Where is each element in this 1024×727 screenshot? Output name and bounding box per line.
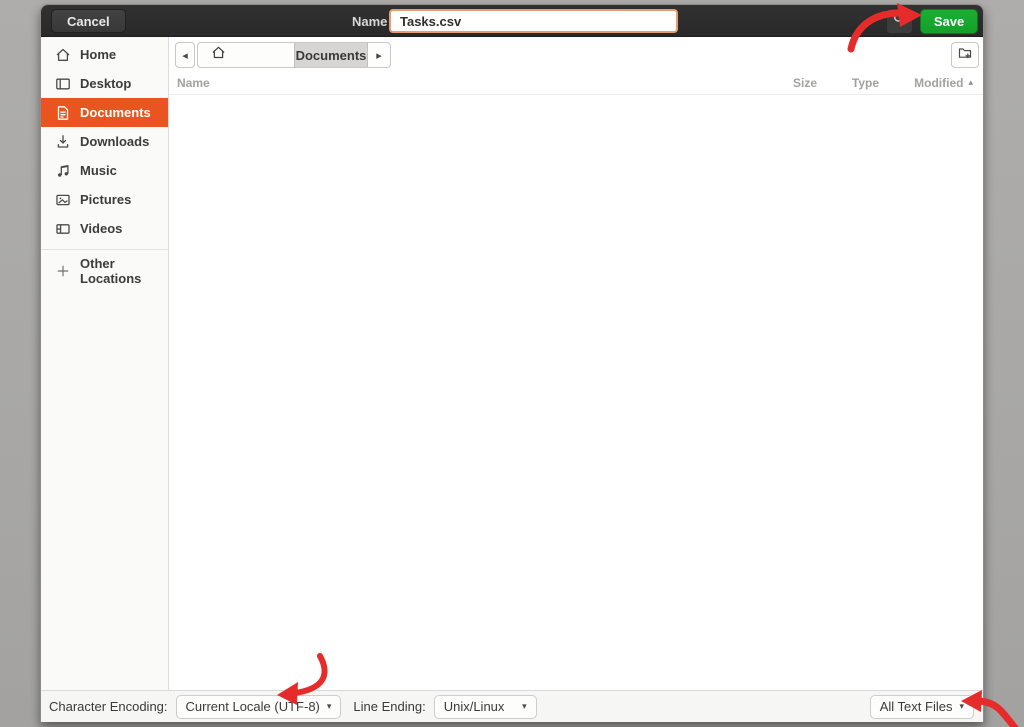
path-segment-documents[interactable]: Documents: [294, 43, 368, 67]
document-icon: [55, 105, 71, 121]
sidebar-item-desktop[interactable]: Desktop: [41, 69, 168, 98]
column-header-label: Modified: [914, 76, 963, 90]
file-list-empty-area[interactable]: [169, 95, 983, 690]
path-forward-button[interactable]: ▸: [368, 43, 390, 67]
plus-icon: [55, 263, 71, 279]
home-icon: [211, 45, 226, 65]
sidebar-item-pictures[interactable]: Pictures: [41, 185, 168, 214]
sidebar-item-home[interactable]: Home: [41, 40, 168, 69]
dialog-headerbar: Cancel Name Save: [41, 5, 983, 37]
file-filter-value: All Text Files: [880, 699, 953, 714]
forward-arrow-icon: ▸: [376, 49, 382, 62]
sidebar-item-label: Home: [80, 47, 116, 62]
search-button[interactable]: [886, 8, 913, 34]
sidebar-item-label: Videos: [80, 221, 122, 236]
sidebar-separator: [41, 249, 168, 250]
sidebar-item-label: Documents: [80, 105, 151, 120]
sidebar-item-label: Downloads: [80, 134, 149, 149]
new-folder-icon: [957, 45, 973, 66]
name-label: Name: [352, 5, 387, 37]
chevron-down-icon: ▾: [327, 701, 332, 712]
save-button[interactable]: Save: [920, 9, 978, 34]
dialog-footer: Character Encoding: Current Locale (UTF-…: [41, 690, 983, 722]
sidebar-item-label: Other Locations: [80, 256, 168, 286]
desktop-icon: [55, 76, 71, 92]
path-filler: [238, 43, 294, 67]
encoding-dropdown[interactable]: Current Locale (UTF-8) ▾: [176, 695, 342, 719]
file-list-header: Name Size Type Modified ▴: [169, 71, 983, 95]
filename-input[interactable]: [389, 9, 678, 33]
places-sidebar: Home Desktop Documents: [41, 37, 169, 690]
sidebar-item-other-locations[interactable]: Other Locations: [41, 256, 168, 285]
file-filter-dropdown[interactable]: All Text Files ▾: [870, 695, 974, 719]
sort-ascending-icon: ▴: [968, 77, 973, 88]
sidebar-item-label: Pictures: [80, 192, 131, 207]
chevron-down-icon: ▾: [959, 701, 964, 712]
sidebar-item-documents[interactable]: Documents: [41, 98, 168, 127]
search-icon: [892, 11, 907, 31]
encoding-label: Character Encoding:: [49, 699, 168, 714]
path-back-button[interactable]: ◂: [175, 42, 195, 68]
line-ending-value: Unix/Linux: [444, 699, 505, 714]
save-file-dialog: Cancel Name Save: [40, 4, 984, 722]
back-arrow-icon: ◂: [182, 49, 188, 62]
column-header-type[interactable]: Type: [817, 76, 887, 90]
line-ending-dropdown[interactable]: Unix/Linux ▾: [434, 695, 537, 719]
sidebar-item-music[interactable]: Music: [41, 156, 168, 185]
video-icon: [55, 221, 71, 237]
column-header-name[interactable]: Name: [177, 76, 769, 90]
encoding-value: Current Locale (UTF-8): [186, 699, 320, 714]
sidebar-item-label: Music: [80, 163, 117, 178]
path-bar: ◂ Documents ▸: [169, 37, 983, 71]
annotation-arrow-filter: [980, 701, 1016, 727]
sidebar-item-downloads[interactable]: Downloads: [41, 127, 168, 156]
column-header-modified[interactable]: Modified ▴: [887, 76, 973, 90]
sidebar-item-label: Desktop: [80, 76, 131, 91]
picture-icon: [55, 192, 71, 208]
new-folder-button[interactable]: [951, 42, 979, 68]
column-header-size[interactable]: Size: [769, 76, 817, 90]
cancel-button[interactable]: Cancel: [51, 9, 126, 33]
path-home-button[interactable]: [198, 43, 238, 67]
download-icon: [55, 134, 71, 150]
home-icon: [55, 47, 71, 63]
sidebar-item-videos[interactable]: Videos: [41, 214, 168, 243]
desktop-background: Cancel Name Save: [0, 0, 1024, 727]
chevron-down-icon: ▾: [522, 701, 527, 712]
music-note-icon: [55, 163, 71, 179]
line-ending-label: Line Ending:: [353, 699, 425, 714]
path-segments: Documents ▸: [197, 42, 391, 68]
